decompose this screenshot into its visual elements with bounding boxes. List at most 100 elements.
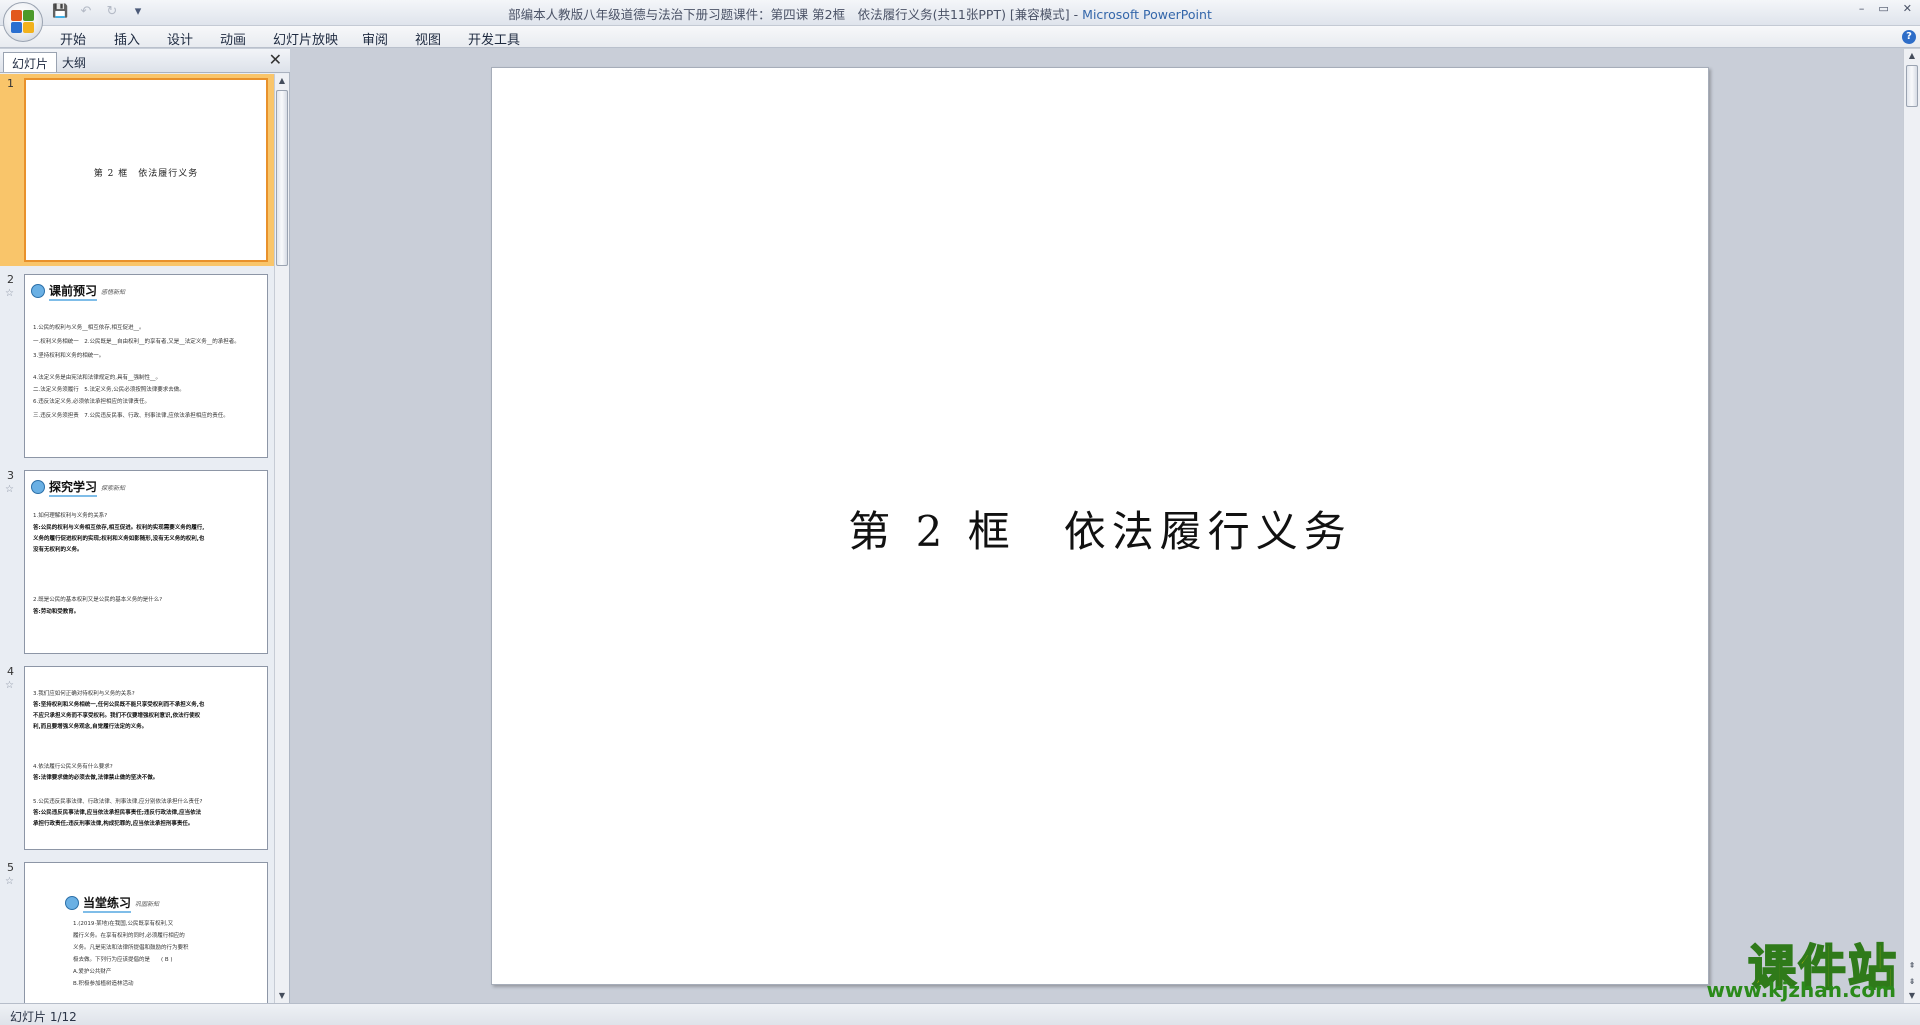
tab-insert[interactable]: 插入 xyxy=(114,29,140,48)
slide-thumbnail-1[interactable]: 1 第 2 框 依法履行义务 xyxy=(0,74,274,266)
thumb-line: 4.法定义务是由宪法和法律规定的,具有__强制性__。 xyxy=(33,375,161,381)
thumb-line: 不应只承担义务而不享受权利。我们不仅要增强权利意识,依法行使权 xyxy=(33,713,201,719)
thumb-line: 承担行政责任;违反刑事法律,构成犯罪的,应当依法承担刑事责任。 xyxy=(33,821,194,827)
tab-outline[interactable]: 大纲 xyxy=(54,52,94,72)
ribbon-tabs: 开始 插入 设计 动画 幻灯片放映 审阅 视图 开发工具 ? xyxy=(0,26,1920,48)
thumb-banner: 课前预习 感悟新知 xyxy=(31,282,126,301)
minimize-icon[interactable]: – xyxy=(1859,2,1865,16)
animation-star-icon: ☆ xyxy=(5,288,14,299)
powerpoint-window: 💾 ↶ ↻ ▾ 部编本人教版八年级道德与法治下册习题课件：第四课 第2框 依法履… xyxy=(0,0,1920,1025)
office-button[interactable] xyxy=(3,2,43,42)
title-bar: 💾 ↶ ↻ ▾ 部编本人教版八年级道德与法治下册习题课件：第四课 第2框 依法履… xyxy=(0,0,1920,42)
thumb-banner: 探究学习 探索新知 xyxy=(31,478,125,497)
slide-thumbnail-2[interactable]: 2 ☆ 课前预习 感悟新知 1.公民的权利与义务__相互依存,相互促进__。 一… xyxy=(0,270,274,462)
restore-icon[interactable]: ▭ xyxy=(1878,2,1888,16)
banner-icon xyxy=(65,896,79,910)
scroll-up-icon[interactable]: ▲ xyxy=(1905,49,1919,63)
thumb-line: 5.公民违反民事法律、行政法律、刑事法律,应分别依法承担什么责任? xyxy=(33,799,203,805)
animation-star-icon: ☆ xyxy=(5,876,14,887)
slide-number: 3 xyxy=(7,469,14,482)
slide-preview[interactable]: 当堂练习 巩固新知 1.(2019·某地)在我国,公民既享有权利,又 履行义务。… xyxy=(24,862,268,1003)
thumb-line: 极去做。下列行为应该提倡的是 ( B ) xyxy=(73,957,173,963)
tab-view[interactable]: 视图 xyxy=(415,29,441,48)
thumb-line: 三.违反义务须担责 7.公民违反民事、行政、刑事法律,应依法承担相应的责任。 xyxy=(33,413,229,419)
slide-number: 5 xyxy=(7,861,14,874)
slide-thumbnail-4[interactable]: 4 ☆ 3.我们应如何正确对待权利与义务的关系? 答:坚持权利和义务相统一,任何… xyxy=(0,662,274,854)
close-icon[interactable]: ✕ xyxy=(1903,2,1912,16)
scrollbar-thumb[interactable] xyxy=(276,90,288,266)
banner-subtitle: 感悟新知 xyxy=(101,288,126,296)
thumb-line: 二.法定义务须履行 5.法定义务,公民必须按照法律要求去做。 xyxy=(33,387,185,393)
thumb-line: 答:法律要求做的必须去做,法律禁止做的坚决不做。 xyxy=(33,775,159,781)
thumb-line: 履行义务。在享有权利的同时,必须履行相应的 xyxy=(73,933,185,939)
thumb-line: 6.违反法定义务,必须依法承担相应的法律责任。 xyxy=(33,399,150,405)
thumb-line: B.积极参加植树造林活动 xyxy=(73,981,134,987)
slide-preview[interactable]: 探究学习 探索新知 1.如何理解权利与义务的关系? 答:公民的权利与义务相互依存… xyxy=(24,470,268,654)
tab-slideshow[interactable]: 幻灯片放映 xyxy=(273,29,338,48)
panel-tabs: 幻灯片 大纲 ✕ xyxy=(0,49,290,73)
panel-close-icon[interactable]: ✕ xyxy=(269,52,282,68)
scroll-down-icon[interactable]: ▼ xyxy=(1905,989,1919,1003)
scroll-up-icon[interactable]: ▲ xyxy=(275,74,289,88)
thumb-line: 1.如何理解权利与义务的关系? xyxy=(33,513,108,519)
banner-icon xyxy=(31,284,45,298)
scroll-down-icon[interactable]: ▼ xyxy=(275,989,289,1003)
thumb-line: 义务的履行促进权利的实现;权利和义务如影随形,没有无义务的权利,也 xyxy=(33,536,205,542)
scrollbar-thumb[interactable] xyxy=(1906,65,1918,107)
slide-preview[interactable]: 3.我们应如何正确对待权利与义务的关系? 答:坚持权利和义务相统一,任何公民既不… xyxy=(24,666,268,850)
tab-home[interactable]: 开始 xyxy=(60,29,86,48)
banner-icon xyxy=(31,480,45,494)
thumb-title: 第 2 框 依法履行义务 xyxy=(93,169,199,179)
slide-counter: 幻灯片 1/12 xyxy=(10,1010,77,1024)
tab-developer[interactable]: 开发工具 xyxy=(468,29,520,48)
thumb-line: 答:公民违反民事法律,应当依法承担民事责任;违反行政法律,应当依法 xyxy=(33,810,202,816)
prev-slide-icon[interactable]: ⇞ xyxy=(1905,959,1919,973)
slide-number: 2 xyxy=(7,273,14,286)
thumb-line: 答:劳动和受教育。 xyxy=(33,609,80,615)
app-name: Microsoft PowerPoint xyxy=(1082,7,1212,22)
slide-editor: 第 2 框 依法履行义务 xyxy=(291,49,1903,1003)
thumb-line: 答:公民的权利与义务相互依存,相互促进。权利的实现需要义务的履行, xyxy=(33,525,205,531)
slide-title[interactable]: 第 2 框 依法履行义务 xyxy=(492,498,1708,559)
status-bar: 幻灯片 1/12 xyxy=(0,1003,1920,1025)
office-logo-icon xyxy=(11,10,35,34)
document-title: 部编本人教版八年级道德与法治下册习题课件：第四课 第2框 依法履行义务(共11张… xyxy=(508,7,1070,22)
slide-preview[interactable]: 课前预习 感悟新知 1.公民的权利与义务__相互依存,相互促进__。 一.权利义… xyxy=(24,274,268,458)
thumbnail-scrollbar[interactable]: ▲ ▼ xyxy=(274,74,289,1003)
animation-star-icon: ☆ xyxy=(5,680,14,691)
slides-panel: 幻灯片 大纲 ✕ 1 第 2 框 依法履行义务 2 ☆ 课前预习 感悟新知 1.… xyxy=(0,49,290,1003)
watermark-url: www.kjzhan.com xyxy=(1706,978,1896,1002)
slide-number: 4 xyxy=(7,665,14,678)
thumb-line: 3.我们应如何正确对待权利与义务的关系? xyxy=(33,691,135,697)
window-controls: – ▭ ✕ xyxy=(1859,2,1912,16)
thumb-line: 2.既是公民的基本权利又是公民的基本义务的是什么? xyxy=(33,597,163,603)
thumb-line: 3.坚持权利和义务的相统一。 xyxy=(33,353,105,359)
next-slide-icon[interactable]: ⇟ xyxy=(1905,975,1919,989)
thumb-line: 利,而且要增强义务观念,自觉履行法定的义务。 xyxy=(33,724,148,730)
thumb-banner: 当堂练习 巩固新知 xyxy=(65,894,159,913)
banner-text: 当堂练习 xyxy=(83,894,132,913)
current-slide[interactable]: 第 2 框 依法履行义务 xyxy=(491,67,1709,985)
window-title: 部编本人教版八年级道德与法治下册习题课件：第四课 第2框 依法履行义务(共11张… xyxy=(508,7,1212,22)
thumb-line: 没有无权利的义务。 xyxy=(33,547,83,553)
tab-animations[interactable]: 动画 xyxy=(220,29,246,48)
tab-design[interactable]: 设计 xyxy=(167,29,193,48)
thumb-line: A.爱护公共财产 xyxy=(73,969,112,975)
thumb-line: 答:坚持权利和义务相统一,任何公民既不能只享受权利而不承担义务,也 xyxy=(33,702,205,708)
slide-thumbnail-5[interactable]: 5 ☆ 当堂练习 巩固新知 1.(2019·某地)在我国,公民既享有权利,又 履… xyxy=(0,858,274,1003)
help-icon[interactable]: ? xyxy=(1902,30,1916,44)
thumb-line: 一.权利义务相统一 2.公民既是__自由权利__的享有者,又是__法定义务__的… xyxy=(33,339,240,345)
slide-thumbnail-3[interactable]: 3 ☆ 探究学习 探索新知 1.如何理解权利与义务的关系? 答:公民的权利与义务… xyxy=(0,466,274,658)
banner-text: 探究学习 xyxy=(49,478,98,497)
animation-star-icon: ☆ xyxy=(5,484,14,495)
slide-preview[interactable]: 第 2 框 依法履行义务 xyxy=(24,78,268,262)
watermark-logo: 课件站 www.kjzhan.com xyxy=(1648,928,1898,1002)
thumbnail-list: 1 第 2 框 依法履行义务 2 ☆ 课前预习 感悟新知 1.公民的权利与义务_… xyxy=(0,74,274,1003)
tab-review[interactable]: 审阅 xyxy=(362,29,388,48)
banner-text: 课前预习 xyxy=(49,282,98,301)
thumb-line: 4.依法履行公民义务有什么要求? xyxy=(33,764,113,770)
tab-slides[interactable]: 幻灯片 xyxy=(3,52,58,72)
thumb-line: 1.公民的权利与义务__相互依存,相互促进__。 xyxy=(33,325,145,331)
editor-scrollbar[interactable]: ▲ ⇞ ⇟ ▼ xyxy=(1903,49,1920,1003)
slide-number: 1 xyxy=(7,77,14,90)
